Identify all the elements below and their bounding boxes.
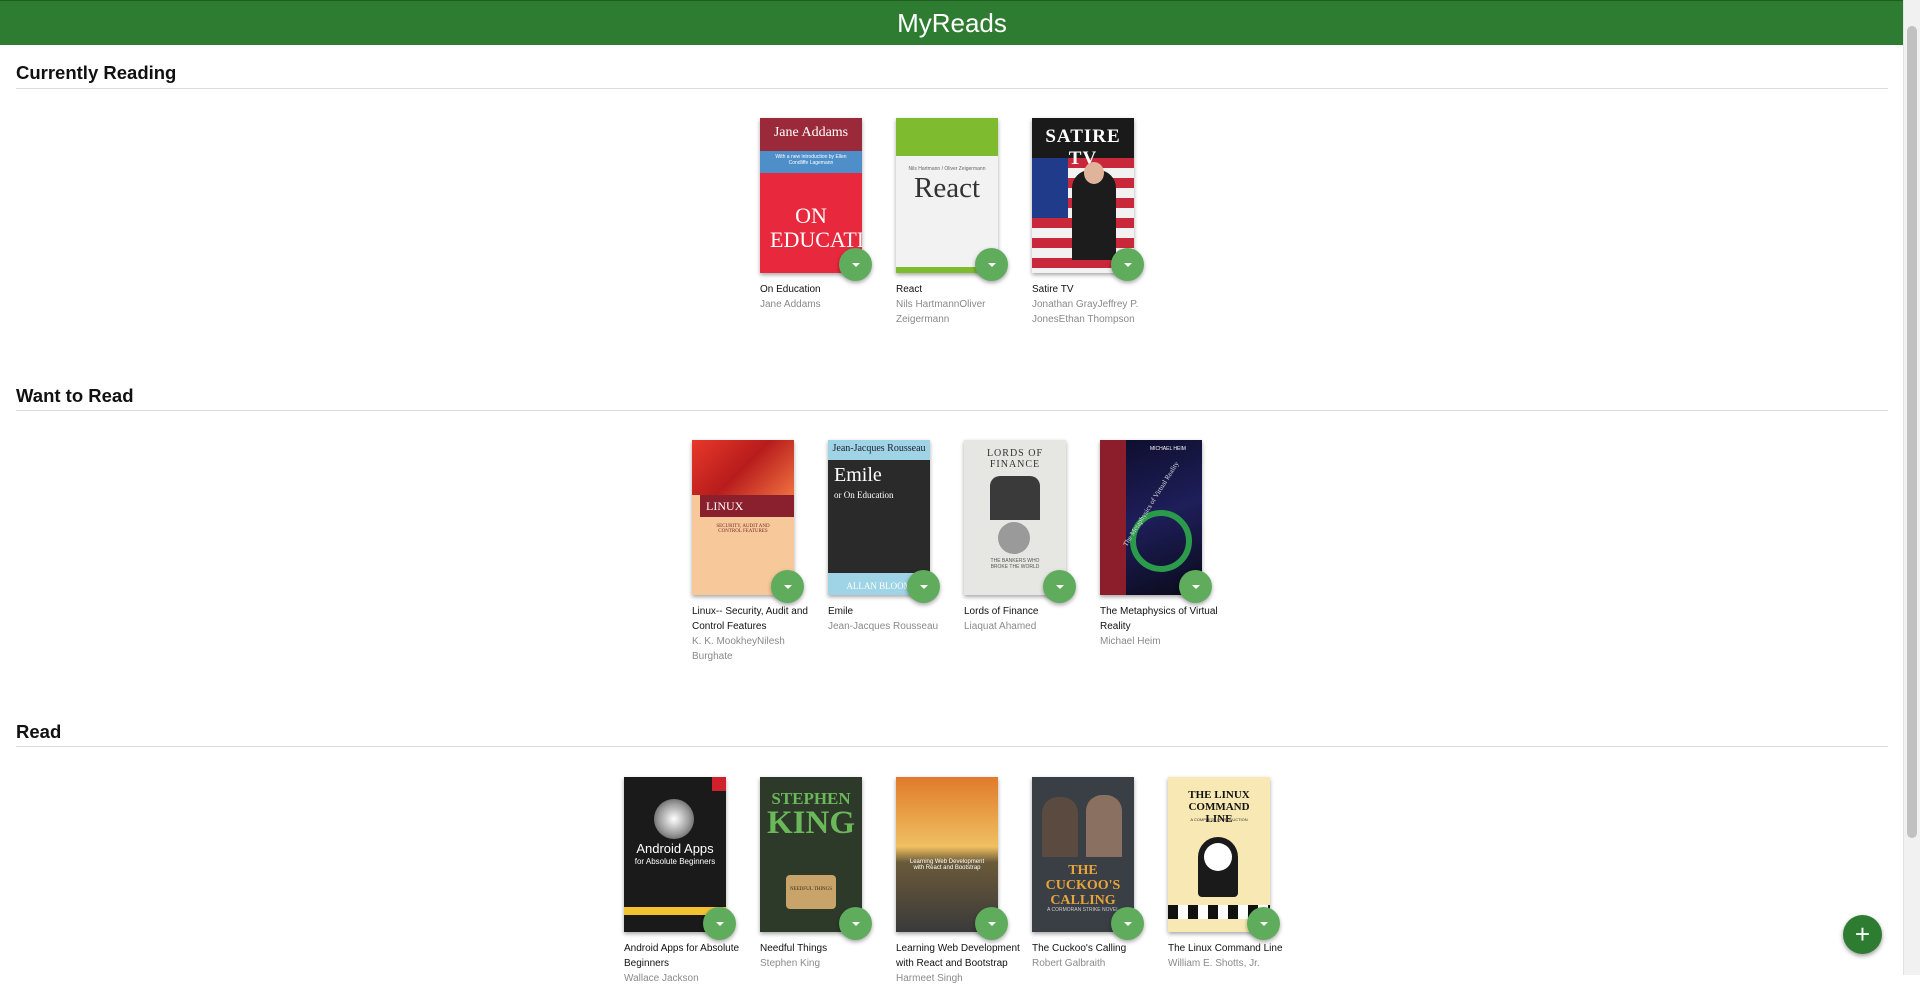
book-authors: Harmeet Singh — [896, 973, 963, 984]
book-on-education: Jane Addams With a new introduction by E… — [760, 118, 888, 312]
book-learning-web-dev: Learning Web Development with React and … — [896, 777, 1024, 986]
book-title: Linux-- Security, Audit and Control Feat… — [692, 606, 808, 632]
book-title: Android Apps for Absolute Beginners — [624, 943, 740, 969]
book-authors: Liaquat Ahamed — [964, 621, 1037, 632]
shelf-changer-button[interactable] — [1111, 248, 1144, 281]
shelf-title-currently-reading: Currently Reading — [16, 62, 177, 83]
book-title: On Education — [760, 284, 821, 295]
book-android-apps: Android Apps for Absolute Beginners Andr… — [624, 777, 752, 986]
book-react: Nils Hartmann / Oliver Zeigermann React … — [896, 118, 1024, 327]
shelf-changer-button[interactable] — [907, 570, 940, 603]
shelf-changer-button[interactable] — [975, 248, 1008, 281]
book-title: Satire TV — [1032, 284, 1074, 295]
book-title: The Linux Command Line — [1168, 943, 1283, 954]
shelf-changer-button[interactable] — [839, 248, 872, 281]
book-title: Learning Web Development with React and … — [896, 943, 1020, 969]
book-authors: Jonathan GrayJeffrey P. JonesEthan Thomp… — [1032, 299, 1139, 325]
book-title: React — [896, 284, 923, 295]
book-authors: Jane Addams — [760, 299, 821, 310]
shelf-divider — [16, 88, 1888, 89]
shelf-changer-button[interactable] — [1179, 570, 1212, 603]
book-title: Emile — [828, 606, 854, 617]
shelf-changer-button[interactable] — [771, 570, 804, 603]
shelf-title-want-to-read: Want to Read — [16, 385, 134, 406]
app-header: MyReads — [0, 0, 1904, 45]
shelf-changer-button[interactable] — [1111, 907, 1144, 940]
book-linux-command-line: THE LINUX COMMAND LINE A COMPLETE INTROD… — [1168, 777, 1296, 971]
shelf-title-read: Read — [16, 721, 62, 742]
book-title: Lords of Finance — [964, 606, 1039, 617]
book-authors: Jean-Jacques Rousseau — [828, 621, 939, 632]
add-book-button[interactable]: + — [1843, 915, 1882, 954]
book-authors: K. K. MookheyNilesh Burghate — [692, 636, 785, 662]
book-needful-things: STEPHEN KING NEEDFUL THINGS Needful Thin… — [760, 777, 888, 971]
book-authors: Wallace Jackson — [624, 973, 699, 984]
shelf-divider — [16, 746, 1888, 747]
book-metaphysics-vr: MICHAEL HEIM The Metaphysics of Virtual … — [1100, 440, 1228, 649]
shelf-changer-button[interactable] — [975, 907, 1008, 940]
book-linux-security: LINUX SECURITY, AUDIT AND CONTROL FEATUR… — [692, 440, 820, 664]
book-title: The Metaphysics of Virtual Reality — [1100, 606, 1218, 632]
scrollbar-thumb[interactable] — [1907, 26, 1917, 838]
shelf-changer-button[interactable] — [703, 907, 736, 940]
shelf-divider — [16, 410, 1888, 411]
book-authors: Robert Galbraith — [1032, 958, 1106, 969]
book-title: The Cuckoo's Calling — [1032, 943, 1127, 954]
book-lords-of-finance: LORDS OF FINANCE THE BANKERS WHO BROKE T… — [964, 440, 1092, 634]
book-authors: William E. Shotts, Jr. — [1168, 958, 1260, 969]
shelf-changer-button[interactable] — [1247, 907, 1280, 940]
scrollbar[interactable] — [1903, 0, 1920, 975]
app-title: MyReads — [897, 7, 1007, 38]
shelf-changer-button[interactable] — [1043, 570, 1076, 603]
plus-icon: + — [1854, 919, 1871, 949]
book-emile: Jean-Jacques Rousseau Emile or On Educat… — [828, 440, 956, 634]
book-authors: Stephen King — [760, 958, 821, 969]
book-title: Needful Things — [760, 943, 828, 954]
book-authors: Nils HartmannOliver Zeigermann — [896, 299, 986, 325]
shelf-changer-button[interactable] — [839, 907, 872, 940]
book-cuckoos-calling: THE CUCKOO'S CALLING A CORMORAN STRIKE N… — [1032, 777, 1160, 971]
book-authors: Michael Heim — [1100, 636, 1161, 647]
book-satire-tv: SATIRE TV Satire TV Jonathan GrayJeffrey… — [1032, 118, 1160, 327]
